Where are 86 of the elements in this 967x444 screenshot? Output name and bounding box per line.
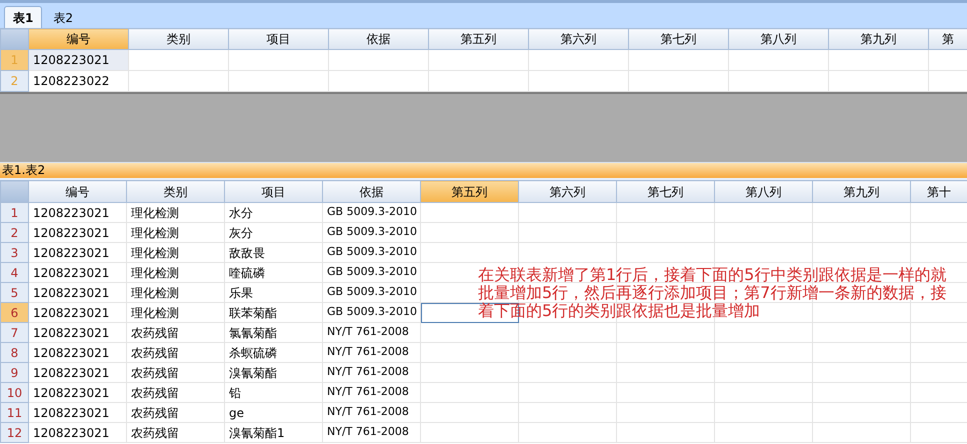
table-cell: NY/T 761-2008 <box>322 362 420 382</box>
row-number[interactable]: 2 <box>0 222 28 242</box>
table-cell: 氯氰菊酯 <box>224 322 322 342</box>
table-cell: NY/T 761-2008 <box>322 422 420 442</box>
column-header[interactable]: 类别 <box>128 28 228 50</box>
column-header[interactable]: 项目 <box>228 28 328 50</box>
table-cell: 农药残留 <box>126 362 224 382</box>
caption-bar: 表1.表2 <box>0 162 967 178</box>
table-cell: 溴氰菊酯 <box>224 362 322 382</box>
row-number[interactable]: 9 <box>0 362 28 382</box>
column-header[interactable]: 依据 <box>328 28 428 50</box>
column-header[interactable]: 编号 <box>28 28 128 50</box>
column-header[interactable]: 第 <box>928 28 967 50</box>
table-cell: 1208223021 <box>28 342 126 362</box>
table-cell: 1208223021 <box>28 262 126 282</box>
table-cell: 溴氰菊酯1 <box>224 422 322 442</box>
table-cell: 喹硫磷 <box>224 262 322 282</box>
table-cell: 乐果 <box>224 282 322 302</box>
column-header[interactable]: 第八列 <box>728 28 828 50</box>
table-cell: 农药残留 <box>126 322 224 342</box>
table-cell: 理化检测 <box>126 222 224 242</box>
table-cell: GB 5009.3-2010 <box>322 222 420 242</box>
table-cell: 水分 <box>224 202 322 222</box>
row-number[interactable]: 1 <box>0 202 28 222</box>
column-header[interactable]: 第九列 <box>812 180 910 202</box>
sheet-tab[interactable]: 表1 <box>4 6 42 28</box>
select-all-corner[interactable] <box>0 180 28 202</box>
column-header[interactable]: 类别 <box>126 180 224 202</box>
table-cell: NY/T 761-2008 <box>322 402 420 422</box>
row-number[interactable]: 10 <box>0 382 28 402</box>
column-header[interactable]: 第五列 <box>420 180 518 202</box>
table-cell: 1208223021 <box>28 282 126 302</box>
table-cell: 理化检测 <box>126 202 224 222</box>
column-header[interactable]: 第六列 <box>528 28 628 50</box>
table-cell: 1208223021 <box>28 402 126 422</box>
row-number[interactable]: 5 <box>0 282 28 302</box>
table-cell: 1208223021 <box>28 422 126 442</box>
table-cell: 农药残留 <box>126 402 224 422</box>
row-number[interactable]: 4 <box>0 262 28 282</box>
column-header[interactable]: 编号 <box>28 180 126 202</box>
column-header[interactable]: 第六列 <box>518 180 616 202</box>
row-number[interactable]: 8 <box>0 342 28 362</box>
table-cell: 理化检测 <box>126 242 224 262</box>
table-cell: 农药残留 <box>126 422 224 442</box>
table-cell: NY/T 761-2008 <box>322 342 420 362</box>
column-header[interactable]: 第七列 <box>616 180 714 202</box>
table-cell: 杀螟硫磷 <box>224 342 322 362</box>
row-number[interactable]: 11 <box>0 402 28 422</box>
table-cell: 1208223021 <box>28 302 126 322</box>
column-header[interactable]: 第九列 <box>828 28 928 50</box>
table-cell: NY/T 761-2008 <box>322 322 420 342</box>
table-cell: 联苯菊酯 <box>224 302 322 322</box>
sheet-tab[interactable]: 表2 <box>44 6 82 28</box>
table-cell: GB 5009.3-2010 <box>322 302 420 322</box>
table-cell: 农药残留 <box>126 342 224 362</box>
row-number[interactable]: 7 <box>0 322 28 342</box>
select-all-corner[interactable] <box>0 28 28 50</box>
column-header[interactable]: 依据 <box>322 180 420 202</box>
table-cell: 铅 <box>224 382 322 402</box>
row-number[interactable]: 6 <box>0 302 28 322</box>
table-cell: 1208223021 <box>28 362 126 382</box>
column-header[interactable]: 第十 <box>910 180 967 202</box>
table-cell: ge <box>224 402 322 422</box>
table-cell: 1208223021 <box>28 202 126 222</box>
table-cell: 理化检测 <box>126 302 224 322</box>
row-number[interactable]: 12 <box>0 422 28 442</box>
column-header[interactable]: 第八列 <box>714 180 812 202</box>
table-cell: GB 5009.3-2010 <box>322 262 420 282</box>
table-cell: 农药残留 <box>126 382 224 402</box>
table-cell: GB 5009.3-2010 <box>322 202 420 222</box>
row-number[interactable]: 3 <box>0 242 28 262</box>
table-cell: 1208223021 <box>28 50 128 70</box>
column-header[interactable]: 第七列 <box>628 28 728 50</box>
table-cell: GB 5009.3-2010 <box>322 242 420 262</box>
table-cell: 敌敌畏 <box>224 242 322 262</box>
table-cell: GB 5009.3-2010 <box>322 282 420 302</box>
column-header[interactable]: 第五列 <box>428 28 528 50</box>
table-cell: 理化检测 <box>126 262 224 282</box>
table-cell: NY/T 761-2008 <box>322 382 420 402</box>
table-cell: 理化检测 <box>126 282 224 302</box>
table-cell: 1208223021 <box>28 322 126 342</box>
column-header[interactable]: 项目 <box>224 180 322 202</box>
table-cell: 1208223021 <box>28 382 126 402</box>
table-cell: 1208223021 <box>28 242 126 262</box>
table-cell: 1208223021 <box>28 222 126 242</box>
table-cell: 灰分 <box>224 222 322 242</box>
